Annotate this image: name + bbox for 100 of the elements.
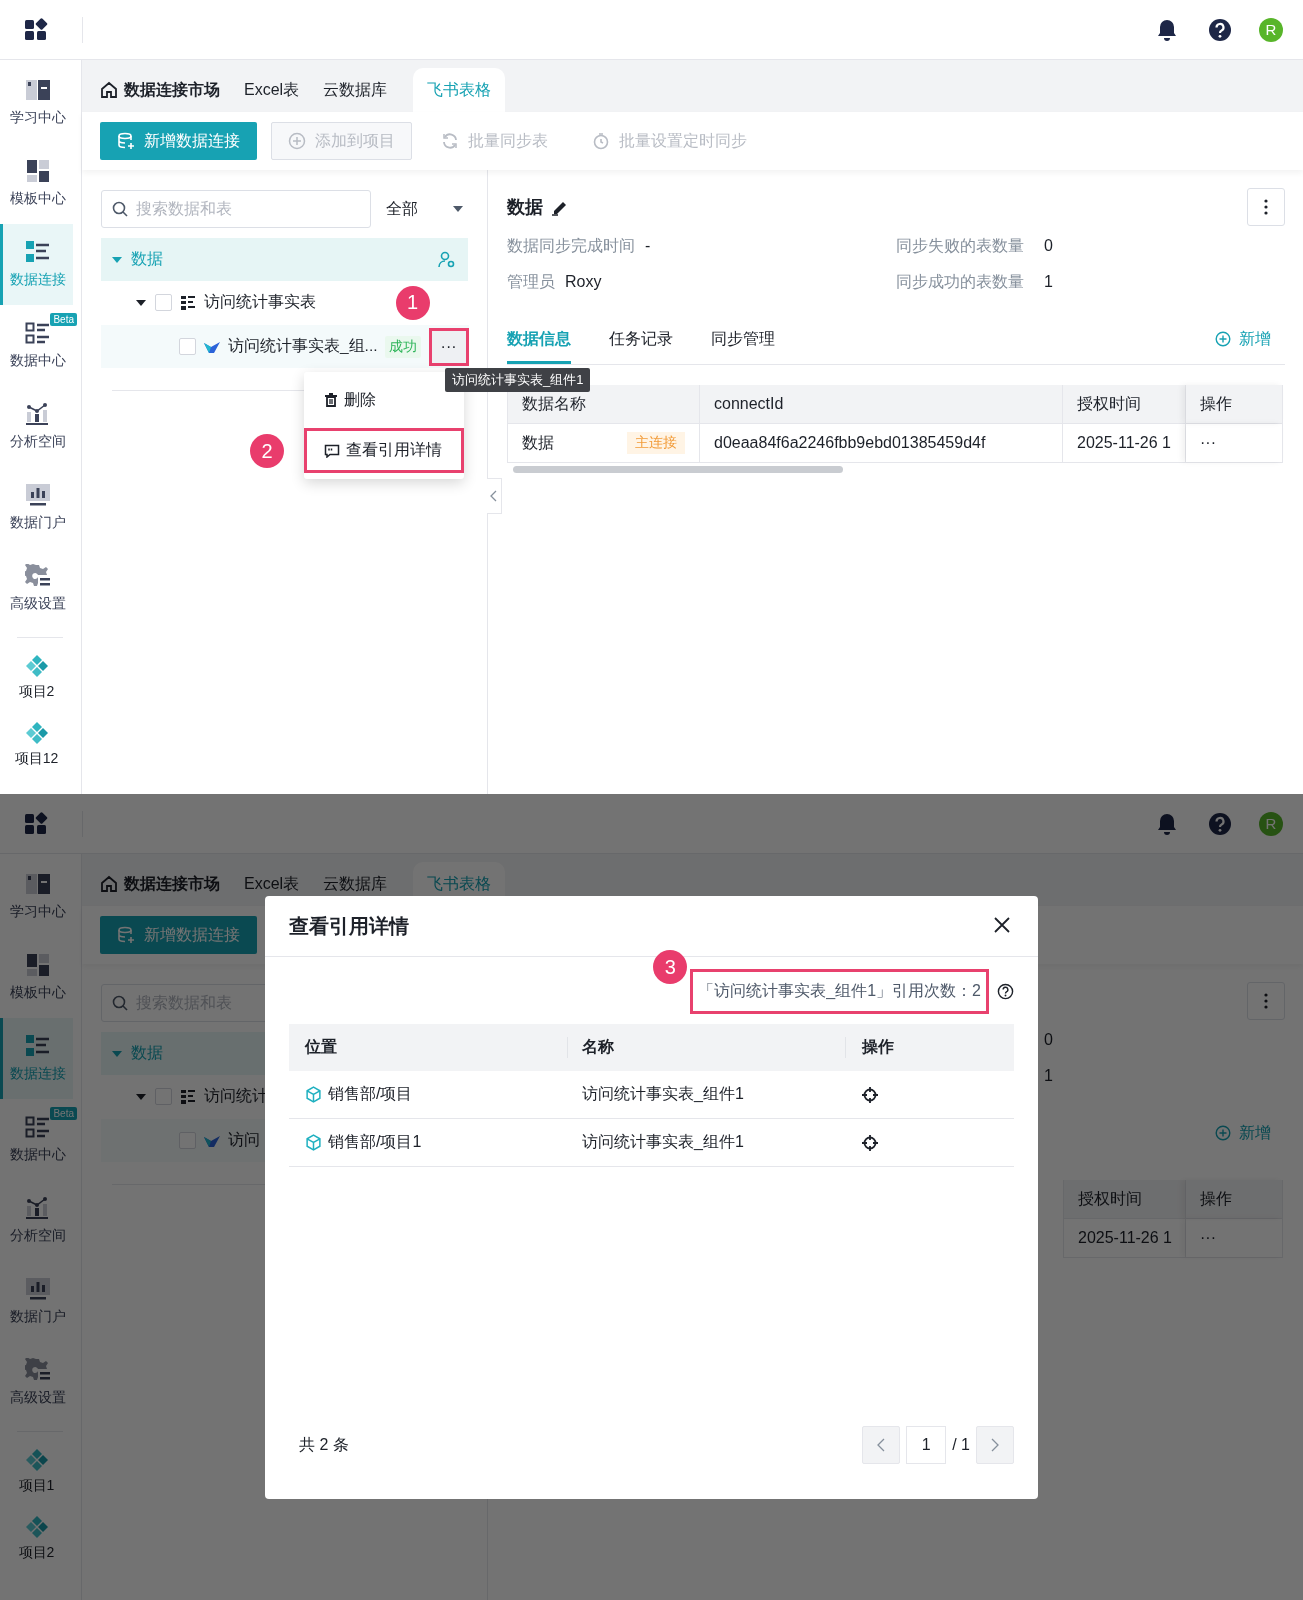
column-header: 位置 [303,1037,338,1057]
chevron-right-icon [991,1438,999,1452]
project-item[interactable]: 项目2 [0,1505,73,1572]
table-cell-text: 销售部/项目 [328,1084,413,1104]
diamond-icon [24,721,49,745]
locate-icon[interactable] [861,1085,879,1104]
sidebar-item[interactable]: 数据连接 [0,224,73,305]
tree-row[interactable]: 数据 [101,238,468,281]
more-button[interactable]: ··· [1200,434,1216,452]
sidebar-item[interactable]: 模板中心 [0,143,73,224]
tab[interactable]: 云数据库 [311,68,400,112]
scrollbar[interactable] [513,466,843,473]
user-settings-icon[interactable] [438,250,456,269]
beta-badge: Beta [50,1107,77,1120]
search-input[interactable]: 搜索数据和表 [134,199,358,219]
table-icon [180,294,196,311]
more-options-button[interactable] [1247,188,1285,226]
project-item[interactable]: 项目2 [0,644,73,711]
tab[interactable]: 云数据库 [311,862,400,906]
tab[interactable]: Excel表 [232,68,312,112]
layout-icon [26,953,50,977]
step-badge: 2 [250,434,284,468]
tab[interactable]: 任务记录 [609,314,673,364]
add-link[interactable]: 新增 [1215,328,1271,350]
tab[interactable]: 数据连接市场 [100,68,232,112]
toolbar-button[interactable]: 新增数据连接 [100,122,257,160]
search-field[interactable]: 搜索数据和表 [101,190,371,228]
sidebar-item[interactable]: 分析空间 [0,386,73,467]
sidebar-item[interactable]: 高级设置 [0,548,73,629]
more-button[interactable]: ··· [431,330,466,363]
bird-logo-icon [203,339,221,354]
dialog-title: 查看引用详情 [289,913,409,939]
bar-chart-icon [25,483,51,507]
book-icon [25,872,51,896]
connection-icon [25,240,51,264]
tab[interactable]: 飞书表格 [413,68,506,112]
sidebar-item[interactable]: 学习中心 [0,62,73,143]
add-link[interactable]: 新增 [1215,1122,1271,1144]
avatar[interactable]: R [1259,17,1283,42]
table-cell-text: 销售部/项目1 [328,1132,422,1152]
collapse-handle[interactable] [487,478,502,514]
caret-icon [452,205,464,213]
scatter-chart-icon [25,402,51,426]
diamond-icon [24,1515,49,1539]
toolbar-button[interactable]: 新增数据连接 [100,916,257,954]
tab[interactable]: Excel表 [232,862,312,906]
page-count: / 1 [952,1436,970,1454]
step-badge: 1 [395,285,430,320]
app-grid-logo[interactable] [24,17,48,42]
field-label: 同步成功的表数量 [896,271,1025,292]
project-item[interactable]: 项目12 [0,711,73,778]
total-count: 共 2 条 [299,1434,349,1455]
project-item[interactable]: 项目1 [0,1438,73,1505]
checkbox[interactable] [179,338,196,355]
filter-dropdown[interactable]: 全部 [383,190,468,228]
scatter-chart-icon [25,1196,51,1220]
table-icon [180,1088,196,1105]
column-header: 名称 [567,1037,845,1058]
home-icon [100,875,118,893]
table-cell-text: 访问统计事实表_组件1 [581,1132,745,1152]
stopwatch-icon [592,132,610,150]
beta-badge: Beta [50,313,77,326]
sidebar-item[interactable]: 分析空间 [0,1180,73,1261]
step-badge: 3 [653,950,688,984]
sidebar-item[interactable]: 数据门户 [0,1261,73,1342]
cube-icon [305,1086,322,1103]
list-icon [25,1115,51,1139]
sidebar-item[interactable]: 学习中心 [0,856,73,937]
tab[interactable]: 同步管理 [711,314,775,364]
tree-item-label[interactable]: 访问统计 [204,1086,268,1107]
tree-item-label[interactable]: 访问统计事实表 [204,292,316,313]
sidebar-item[interactable]: 高级设置 [0,1342,73,1423]
menu-item[interactable]: 查看引用详情 [304,428,464,473]
gear-icon [25,1358,51,1382]
help-icon[interactable] [1208,17,1232,42]
search-icon [112,995,128,1011]
menu-item[interactable]: 删除 [314,378,386,422]
locate-icon[interactable] [861,1133,879,1152]
tab[interactable]: 数据信息 [507,314,571,364]
tab[interactable]: 数据连接市场 [100,862,232,906]
layout-icon [26,159,50,183]
field-value: 0 [1044,1031,1053,1049]
status-tag: 成功 [384,335,421,358]
checkbox[interactable] [155,294,172,311]
database-plus-icon [117,926,135,944]
table-cell: 2025-11-26 1 [1077,434,1171,452]
bell-icon[interactable] [1156,17,1178,42]
cube-icon [305,1134,322,1151]
sidebar-item[interactable]: 模板中心 [0,937,73,1018]
bird-logo-icon [203,1133,221,1148]
home-icon [100,81,118,99]
trash-icon [324,393,338,407]
field-label: 数据同步完成时间 [507,235,635,256]
help-icon[interactable] [997,983,1014,1000]
more-button[interactable]: ··· [1200,1229,1216,1247]
chevron-left-icon [490,490,498,502]
sidebar-item[interactable]: 数据门户 [0,467,73,548]
field-value: 1 [1044,273,1053,291]
page-input[interactable]: 1 [906,1426,947,1464]
column-header: 授权时间 [1063,1180,1186,1218]
